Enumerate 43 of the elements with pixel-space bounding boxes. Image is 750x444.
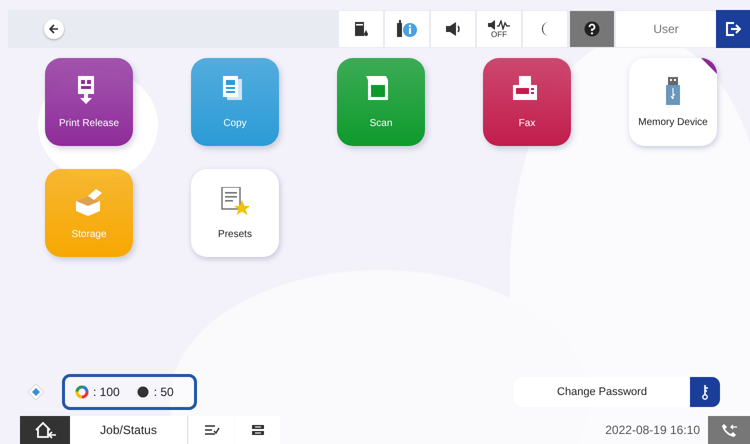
- open-box-icon: [74, 186, 104, 216]
- speaker-wave-icon: [488, 20, 510, 30]
- ink-dot-icon: [136, 385, 150, 399]
- date-time: 2022-08-19 16:10: [605, 423, 700, 437]
- change-password-button[interactable]: Change Password: [514, 377, 690, 407]
- home-button[interactable]: [20, 416, 70, 444]
- logout-button[interactable]: [716, 10, 750, 48]
- ink-level-reading: : 50: [154, 385, 174, 399]
- job-status-button[interactable]: Job/Status: [70, 416, 188, 444]
- job-list-button[interactable]: [189, 416, 234, 444]
- usb-drive-icon: [666, 76, 680, 104]
- app-tile[interactable]: Memory Device: [629, 58, 717, 146]
- phone-button[interactable]: [708, 416, 750, 444]
- ink-button[interactable]: [339, 11, 383, 47]
- help-icon: [584, 21, 600, 37]
- corner-badge: [701, 58, 717, 74]
- logout-icon: [725, 21, 741, 37]
- tray-button[interactable]: [235, 416, 280, 444]
- key-icon: [701, 384, 709, 400]
- back-arrow-icon: [49, 24, 59, 34]
- document-star-icon: [220, 186, 250, 216]
- device-info-button[interactable]: [385, 11, 429, 47]
- back-button[interactable]: [44, 19, 64, 39]
- app-tile[interactable]: Fax: [483, 58, 571, 146]
- quiet-mode-button[interactable]: OFF: [477, 11, 521, 47]
- app-tile[interactable]: Presets: [191, 169, 279, 257]
- volume-button[interactable]: [431, 11, 475, 47]
- ink-cartridge-icon: [354, 21, 368, 37]
- status-diamond-icon[interactable]: [27, 383, 45, 401]
- help-button[interactable]: [570, 11, 614, 47]
- key-button[interactable]: [690, 377, 720, 407]
- speaker-icon: [445, 22, 461, 36]
- phone-icon: [721, 423, 737, 437]
- app-tile[interactable]: Scan: [337, 58, 425, 146]
- app-tile[interactable]: Print Release: [45, 58, 133, 146]
- ink-level-highlight-frame[interactable]: : 100 : 50: [62, 374, 197, 410]
- tray-icon: [250, 424, 264, 436]
- color-ring-icon: [75, 385, 89, 399]
- ink-level-reading: : 100: [93, 385, 120, 399]
- home-icon: [34, 421, 56, 439]
- device-info-icon: [396, 20, 418, 38]
- list-check-icon: [204, 424, 220, 436]
- user-button[interactable]: User: [616, 11, 716, 47]
